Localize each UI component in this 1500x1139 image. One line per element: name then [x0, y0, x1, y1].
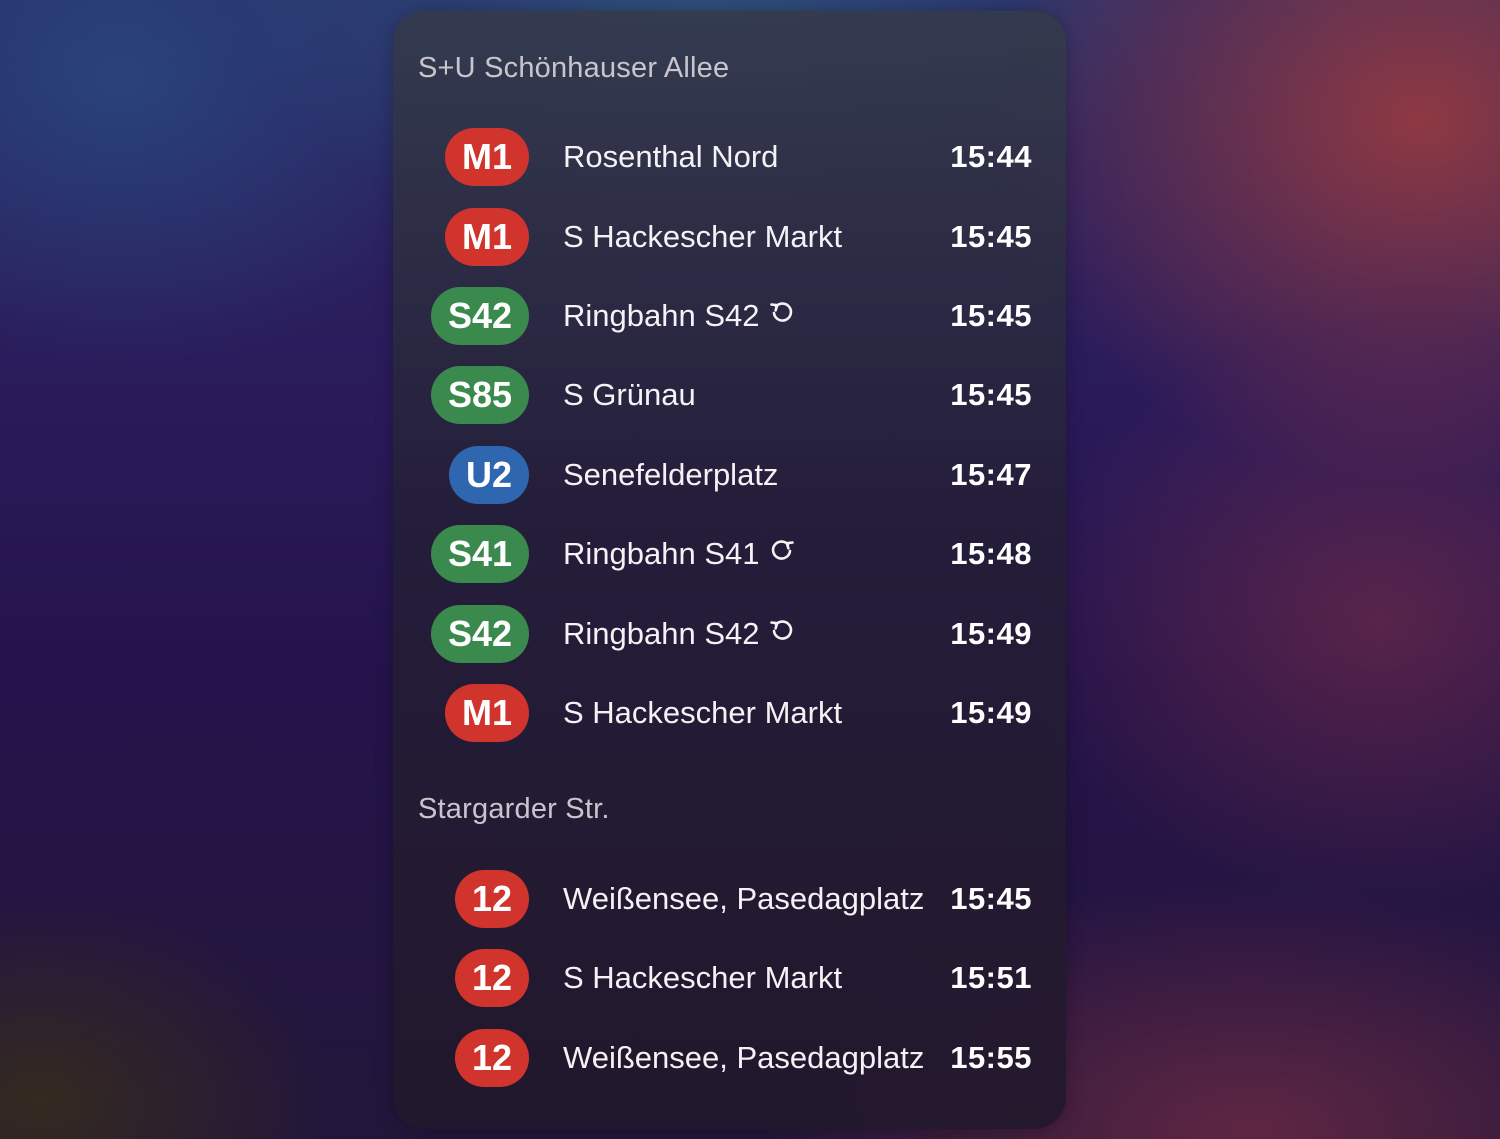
departure-time: 15:47 — [950, 457, 1032, 492]
line-badge: M1 — [444, 208, 529, 266]
departure-row[interactable]: 12 S Hackescher Markt 15:51 — [393, 949, 1066, 1009]
departure-row[interactable]: S85 S Grünau 15:45 — [393, 366, 1066, 426]
station-title: S+U Schönhauser Allee — [418, 52, 730, 84]
line-badge: U2 — [448, 446, 529, 504]
departure-time: 15:49 — [950, 616, 1032, 651]
destination: Senefelderplatz — [563, 457, 779, 492]
departure-row[interactable]: S42 Ringbahn S42 15:49 — [393, 605, 1066, 665]
destination: S Grünau — [563, 377, 696, 412]
ring-clockwise-icon — [768, 525, 796, 583]
departure-row[interactable]: M1 S Hackescher Markt 15:49 — [393, 684, 1066, 744]
departure-time: 15:45 — [950, 881, 1032, 916]
line-badge: S42 — [430, 605, 529, 663]
destination: S Hackescher Markt — [563, 695, 843, 730]
destination-container: Ringbahn S42 — [563, 605, 796, 663]
departure-time: 15:45 — [950, 219, 1032, 254]
destination: S Hackescher Markt — [563, 219, 843, 254]
destination: Rosenthal Nord — [563, 139, 779, 174]
departure-row[interactable]: M1 Rosenthal Nord 15:44 — [393, 128, 1066, 188]
destination: Ringbahn S42 — [563, 298, 760, 333]
line-badge: S42 — [430, 287, 529, 345]
departure-time: 15:45 — [950, 298, 1032, 333]
line-badge: S41 — [430, 525, 529, 583]
departure-row[interactable]: 12 Weißensee, Pasedagplatz 15:55 — [393, 1029, 1066, 1089]
departure-time: 15:44 — [950, 139, 1032, 174]
departure-time: 15:45 — [950, 377, 1032, 412]
destination-container: Ringbahn S41 — [563, 525, 796, 583]
ring-counterclockwise-icon — [768, 605, 796, 663]
station-title: Stargarder Str. — [418, 793, 610, 825]
departure-time: 15:51 — [950, 960, 1032, 995]
destination: Weißensee, Pasedagplatz — [563, 881, 925, 916]
line-badge: M1 — [444, 684, 529, 742]
line-badge: 12 — [454, 1029, 529, 1087]
destination: S Hackescher Markt — [563, 960, 843, 995]
destination: Ringbahn S42 — [563, 616, 760, 651]
line-badge: M1 — [444, 128, 529, 186]
departure-row[interactable]: S41 Ringbahn S41 15:48 — [393, 525, 1066, 585]
departure-row[interactable]: M1 S Hackescher Markt 15:45 — [393, 208, 1066, 268]
departure-time: 15:48 — [950, 536, 1032, 571]
line-badge: 12 — [454, 949, 529, 1007]
line-badge: S85 — [430, 366, 529, 424]
departure-time: 15:55 — [950, 1040, 1032, 1075]
line-badge: 12 — [454, 870, 529, 928]
ring-counterclockwise-icon — [768, 287, 796, 345]
departures-panel: S+U Schönhauser Allee M1 Rosenthal Nord … — [393, 11, 1066, 1129]
departure-time: 15:49 — [950, 695, 1032, 730]
departure-row[interactable]: S42 Ringbahn S42 15:45 — [393, 287, 1066, 347]
destination: Ringbahn S41 — [563, 536, 760, 571]
destination: Weißensee, Pasedagplatz — [563, 1040, 925, 1075]
departure-row[interactable]: U2 Senefelderplatz 15:47 — [393, 446, 1066, 506]
destination-container: Ringbahn S42 — [563, 287, 796, 345]
departure-row[interactable]: 12 Weißensee, Pasedagplatz 15:45 — [393, 870, 1066, 930]
